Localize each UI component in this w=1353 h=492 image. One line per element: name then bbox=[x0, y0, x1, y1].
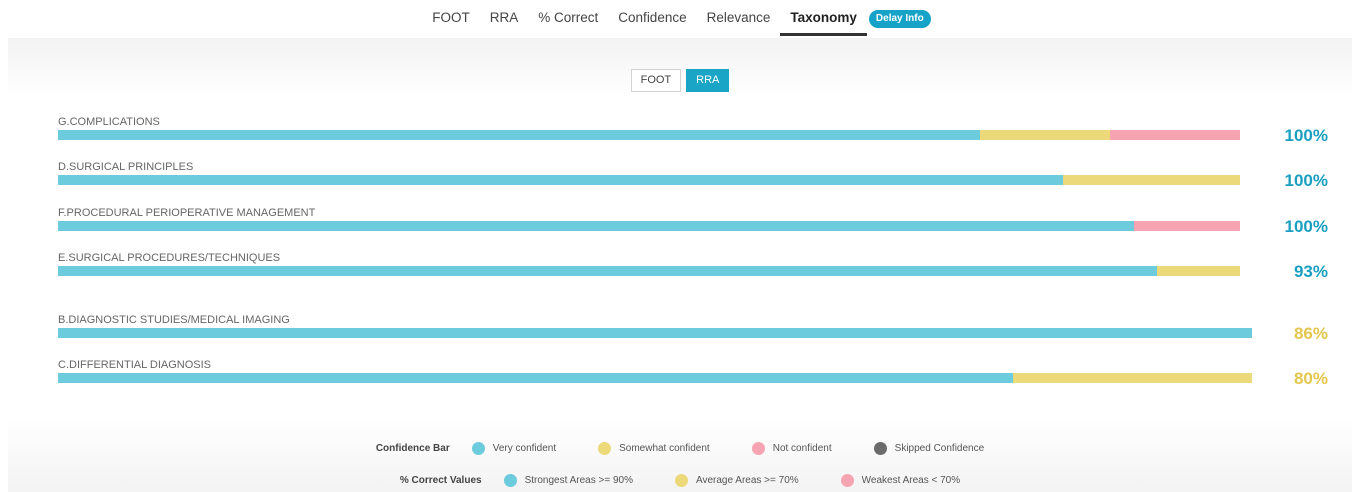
exam-toggle: FOOT RRA bbox=[8, 69, 1352, 92]
confidence-bar bbox=[58, 175, 1241, 185]
category-label: C.DIFFERENTIAL DIAGNOSIS bbox=[58, 359, 212, 371]
percent-correct-value: 93% bbox=[1293, 262, 1328, 281]
average-dot-icon bbox=[674, 474, 688, 487]
weakest-dot-icon bbox=[840, 474, 854, 487]
legend-label: Weakest Areas < 70% bbox=[861, 475, 961, 486]
very-confident-segment bbox=[58, 266, 1158, 276]
percent-correct-value: 100% bbox=[1284, 126, 1328, 145]
category-row: D.SURGICAL PRINCIPLES 100% bbox=[58, 161, 1328, 191]
legend-label: Strongest Areas >= 90% bbox=[524, 475, 633, 486]
category-row: E.SURGICAL PROCEDURES/TECHNIQUES 93% bbox=[58, 252, 1328, 282]
legend-weakest: Weakest Areas < 70% bbox=[840, 474, 961, 487]
top-navigation: FOOT RRA % Correct Confidence Relevance … bbox=[0, 0, 1353, 38]
confidence-bar bbox=[58, 130, 1241, 140]
correct-legend: % Correct Values Strongest Areas >= 90% … bbox=[8, 474, 1352, 487]
not-confident-segment bbox=[1133, 221, 1241, 231]
confidence-bar bbox=[58, 328, 1252, 338]
not-confident-segment bbox=[1110, 130, 1241, 140]
subtab-rra[interactable]: RRA bbox=[686, 69, 730, 92]
tab-percent-correct[interactable]: % Correct bbox=[528, 0, 608, 36]
legend-label: Very confident bbox=[492, 443, 557, 454]
legend-strongest: Strongest Areas >= 90% bbox=[503, 474, 633, 487]
very-confident-segment bbox=[58, 130, 980, 140]
confidence-legend: Confidence Bar Very confident Somewhat c… bbox=[8, 442, 1352, 455]
strongest-dot-icon bbox=[503, 474, 517, 487]
confidence-legend-title: Confidence Bar bbox=[375, 443, 450, 454]
very-confident-segment bbox=[58, 175, 1063, 185]
percent-correct-value: 80% bbox=[1293, 369, 1328, 388]
legend-label: Somewhat confident bbox=[619, 443, 710, 454]
tab-foot[interactable]: FOOT bbox=[422, 0, 480, 36]
somewhat-confident-dot-icon bbox=[598, 442, 612, 455]
percent-correct-value: 100% bbox=[1284, 171, 1328, 190]
category-label: B.DIAGNOSTIC STUDIES/MEDICAL IMAGING bbox=[58, 314, 290, 326]
tab-rra[interactable]: RRA bbox=[480, 0, 529, 36]
category-label: D.SURGICAL PRINCIPLES bbox=[58, 161, 194, 173]
delay-info-button[interactable]: Delay Info bbox=[868, 10, 931, 28]
taxonomy-panel: FOOT RRA G.COMPLICATIONS 100% D.SURGICAL P… bbox=[8, 38, 1352, 492]
skipped-confidence-dot-icon bbox=[873, 442, 887, 455]
category-row: B.DIAGNOSTIC STUDIES/MEDICAL IMAGING 86% bbox=[58, 314, 1328, 344]
very-confident-dot-icon bbox=[471, 442, 485, 455]
very-confident-segment bbox=[58, 328, 1252, 338]
somewhat-confident-segment bbox=[980, 130, 1111, 140]
category-label: E.SURGICAL PROCEDURES/TECHNIQUES bbox=[58, 252, 281, 264]
legend-skipped-confidence: Skipped Confidence bbox=[873, 442, 985, 455]
somewhat-confident-segment bbox=[1062, 175, 1241, 185]
very-confident-segment bbox=[58, 373, 1014, 383]
tab-confidence[interactable]: Confidence bbox=[608, 0, 696, 36]
somewhat-confident-segment bbox=[1157, 266, 1241, 276]
legend-average: Average Areas >= 70% bbox=[674, 474, 799, 487]
tab-relevance[interactable]: Relevance bbox=[697, 0, 781, 36]
not-confident-dot-icon bbox=[751, 442, 765, 455]
legend-label: Not confident bbox=[772, 443, 832, 454]
confidence-bar bbox=[58, 221, 1241, 231]
category-label: G.COMPLICATIONS bbox=[58, 116, 160, 128]
legend-very-confident: Very confident bbox=[471, 442, 557, 455]
legend-label: Average Areas >= 70% bbox=[695, 475, 799, 486]
somewhat-confident-segment bbox=[1013, 373, 1252, 383]
category-label: F.PROCEDURAL PERIOPERATIVE MANAGEMENT bbox=[58, 207, 316, 219]
percent-correct-value: 100% bbox=[1284, 217, 1328, 236]
percent-correct-value: 86% bbox=[1293, 324, 1328, 343]
tab-taxonomy[interactable]: Taxonomy bbox=[780, 0, 867, 36]
very-confident-segment bbox=[58, 221, 1134, 231]
subtab-foot[interactable]: FOOT bbox=[630, 69, 682, 92]
category-row: G.COMPLICATIONS 100% bbox=[58, 116, 1328, 146]
legend-somewhat-confident: Somewhat confident bbox=[598, 442, 710, 455]
correct-legend-title: % Correct Values bbox=[399, 475, 482, 486]
category-row: F.PROCEDURAL PERIOPERATIVE MANAGEMENT 100… bbox=[58, 207, 1328, 237]
confidence-bar bbox=[58, 266, 1241, 276]
category-row: C.DIFFERENTIAL DIAGNOSIS 80% bbox=[58, 359, 1328, 389]
legend-label: Skipped Confidence bbox=[894, 443, 985, 454]
confidence-bar bbox=[58, 373, 1252, 383]
legend-not-confident: Not confident bbox=[751, 442, 832, 455]
